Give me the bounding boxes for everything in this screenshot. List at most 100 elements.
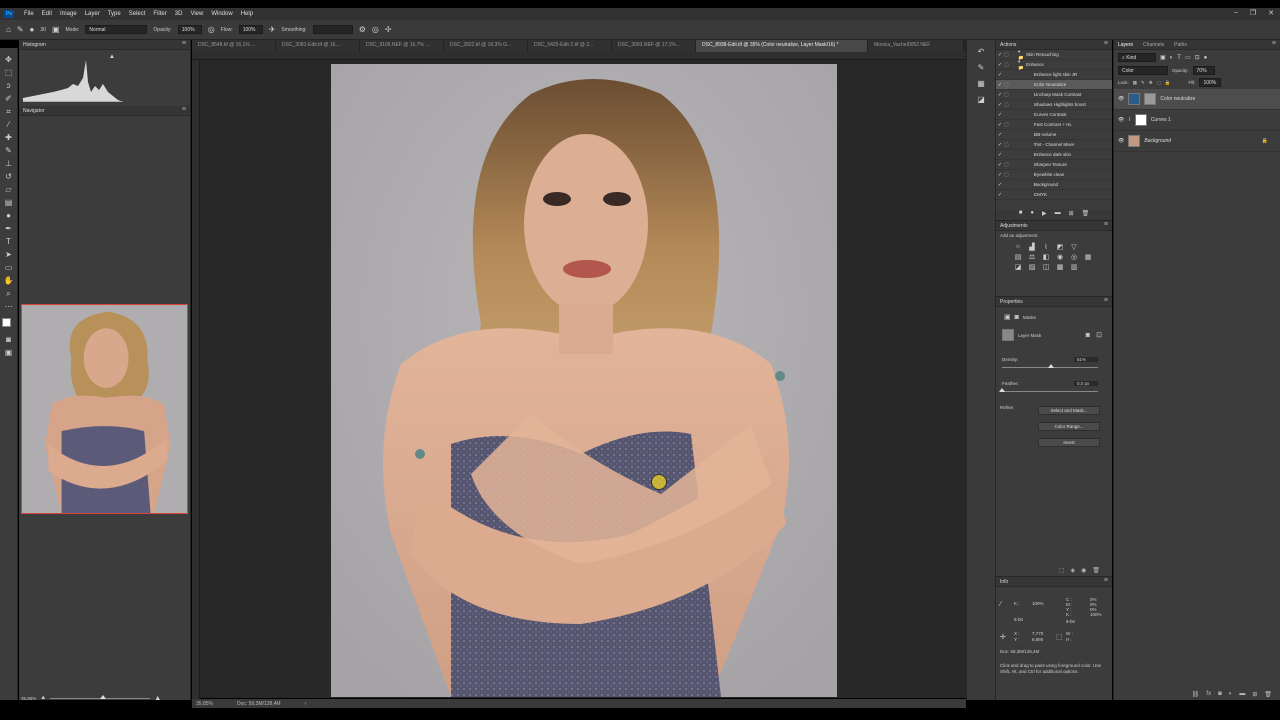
action-item[interactable]: ✓ › Enhance dark skin bbox=[996, 150, 1112, 160]
menu-view[interactable]: View bbox=[186, 11, 207, 17]
menu-edit[interactable]: Edit bbox=[38, 11, 56, 17]
action-item[interactable]: ✓ ▢ › Sharpen Texture bbox=[996, 160, 1112, 170]
action-item[interactable]: ✓ ▢ › Eyewhite clean bbox=[996, 170, 1112, 180]
new-adjustment-icon[interactable]: ◐ bbox=[1229, 691, 1233, 698]
close-icon[interactable]: ✕ bbox=[1268, 9, 1274, 17]
type-tool-icon[interactable]: T bbox=[6, 236, 11, 247]
vibrance-icon[interactable]: ▽ bbox=[1068, 243, 1080, 251]
pen-tool-icon[interactable]: ✒ bbox=[5, 223, 12, 234]
add-vector-mask-icon[interactable]: ⊡ bbox=[1096, 331, 1102, 339]
adjustment-thumbnail[interactable] bbox=[1128, 93, 1141, 105]
brush-size[interactable]: 30 bbox=[40, 27, 46, 33]
action-enabled-check-icon[interactable]: ✓ bbox=[996, 172, 1004, 178]
layer-mask-thumbnail[interactable] bbox=[1144, 93, 1157, 105]
menu-window[interactable]: Window bbox=[207, 11, 236, 17]
crop-tool-icon[interactable]: ⌗ bbox=[6, 106, 11, 117]
path-select-tool-icon[interactable]: ➤ bbox=[5, 249, 12, 260]
layer-color-neutralize[interactable]: 👁 Color neutralize bbox=[1114, 89, 1280, 110]
navigator-preview[interactable] bbox=[21, 304, 188, 514]
action-item[interactable]: ✓ ▢ › Fast Contrast + HL bbox=[996, 120, 1112, 130]
action-enabled-check-icon[interactable]: ✓ bbox=[996, 192, 1004, 198]
kind-filter-select[interactable]: ⌕ Kind bbox=[1118, 53, 1156, 62]
expand-arrow-icon[interactable]: › bbox=[1012, 102, 1036, 107]
visibility-icon[interactable]: ◉ bbox=[1081, 567, 1086, 574]
add-pixel-mask-icon[interactable]: ◙ bbox=[1086, 332, 1090, 339]
zoom-tool-icon[interactable]: ⌕ bbox=[6, 288, 10, 299]
stop-icon[interactable]: ■ bbox=[1019, 210, 1023, 220]
action-dialog-toggle-icon[interactable]: ▢ bbox=[1004, 82, 1012, 88]
tab-doc-1[interactable]: DSC_8548.tif @ 16,1% ... bbox=[192, 40, 276, 52]
layer-curves-1[interactable]: 👁 ⌇ Curves 1 bbox=[1114, 110, 1280, 131]
expand-arrow-icon[interactable]: › bbox=[1012, 92, 1036, 97]
menu-type[interactable]: Type bbox=[104, 11, 125, 17]
history-icon[interactable]: ↶ bbox=[978, 48, 985, 56]
curves-icon[interactable]: ⌇ bbox=[1040, 243, 1052, 251]
visibility-eye-icon[interactable]: 👁 bbox=[1118, 96, 1124, 102]
action-enabled-check-icon[interactable]: ✓ bbox=[996, 82, 1004, 88]
lock-artboard-icon[interactable]: ⬚ bbox=[1157, 80, 1161, 86]
play-icon[interactable]: ▶ bbox=[1042, 210, 1047, 220]
restore-icon[interactable]: ❐ bbox=[1250, 9, 1256, 17]
shape-tool-icon[interactable]: ▭ bbox=[5, 262, 13, 273]
styles-icon[interactable]: ◪ bbox=[977, 96, 985, 104]
menu-help[interactable]: Help bbox=[237, 11, 257, 17]
delete-icon[interactable]: 🗑 bbox=[1082, 210, 1090, 220]
brush-tool-icon[interactable]: ✎ bbox=[5, 145, 12, 156]
brush-settings-icon[interactable]: ▣ bbox=[52, 25, 60, 34]
tab-doc-3[interactable]: DSC_9109.NEF @ 16,7% ... bbox=[360, 40, 444, 52]
hand-tool-icon[interactable]: ✋ bbox=[4, 275, 14, 286]
minimize-icon[interactable]: – bbox=[1234, 9, 1238, 17]
blend-mode-select[interactable]: Color bbox=[1118, 66, 1168, 75]
apply-mask-icon[interactable]: ◈ bbox=[1071, 567, 1076, 574]
action-enabled-check-icon[interactable]: ✓ bbox=[996, 62, 1004, 68]
clone-stamp-tool-icon[interactable]: ⊥ bbox=[5, 158, 12, 169]
menu-image[interactable]: Image bbox=[56, 11, 81, 17]
airbrush-icon[interactable]: ✈ bbox=[269, 25, 276, 34]
filter-shape-icon[interactable]: ▭ bbox=[1185, 54, 1191, 61]
pixel-mask-icon[interactable]: ▣ bbox=[1004, 313, 1011, 321]
home-icon[interactable]: ⌂ bbox=[6, 25, 11, 34]
layer-name[interactable]: Background bbox=[1144, 138, 1171, 144]
tab-doc-5[interactable]: DSC_5425-Edit-2.tif @ 2... bbox=[528, 40, 612, 52]
action-enabled-check-icon[interactable]: ✓ bbox=[996, 122, 1004, 128]
add-mask-icon[interactable]: ◙ bbox=[1218, 691, 1222, 698]
opacity-field[interactable]: 100% bbox=[177, 25, 202, 34]
layer-background[interactable]: 👁 Background 🔒 bbox=[1114, 131, 1280, 152]
color-swatches[interactable] bbox=[1, 318, 16, 332]
new-set-icon[interactable]: ▬ bbox=[1055, 210, 1061, 220]
healing-brush-tool-icon[interactable]: ✚ bbox=[5, 132, 12, 143]
smoothing-settings-gear-icon[interactable]: ⚙ bbox=[359, 25, 366, 34]
layer-style-icon[interactable]: fx bbox=[1206, 691, 1211, 698]
delete-layer-icon[interactable]: 🗑 bbox=[1264, 691, 1272, 698]
layer-mask-thumbnail[interactable] bbox=[1134, 114, 1147, 126]
action-enabled-check-icon[interactable]: ✓ bbox=[996, 72, 1004, 78]
zoom-in-icon[interactable]: ▲ bbox=[154, 695, 161, 702]
layer-opacity-field[interactable]: 70% bbox=[1192, 66, 1215, 75]
action-set-folder-icon[interactable]: ▾ 📁 bbox=[1012, 59, 1026, 71]
expand-arrow-icon[interactable]: › bbox=[1012, 192, 1036, 197]
density-value[interactable]: 51% bbox=[1074, 357, 1098, 362]
layer-mask-thumbnail[interactable] bbox=[1002, 329, 1014, 341]
action-enabled-check-icon[interactable]: ✓ bbox=[996, 102, 1004, 108]
tab-layers[interactable]: Layers bbox=[1118, 42, 1133, 48]
black-white-icon[interactable]: ◧ bbox=[1040, 253, 1052, 261]
tab-doc-active[interactable]: DSC_8938-Edit.tif @ 35% (Color neutraliz… bbox=[696, 40, 868, 52]
action-dialog-toggle-icon[interactable]: ▢ bbox=[1004, 162, 1012, 168]
expand-arrow-icon[interactable]: › bbox=[1012, 132, 1036, 137]
new-action-icon[interactable]: ⊞ bbox=[1069, 210, 1074, 220]
density-slider[interactable] bbox=[1002, 364, 1098, 368]
filter-smart-icon[interactable]: ⊡ bbox=[1195, 54, 1200, 61]
exposure-icon[interactable]: ◩ bbox=[1054, 243, 1066, 251]
select-and-mask-button[interactable]: Select and Mask... bbox=[1038, 406, 1100, 415]
action-dialog-toggle-icon[interactable]: ▢ bbox=[1004, 92, 1012, 98]
load-selection-icon[interactable]: ⬚ bbox=[1059, 567, 1065, 574]
fill-field[interactable]: 100% bbox=[1199, 78, 1222, 87]
invert-button[interactable]: Invert bbox=[1038, 438, 1100, 447]
mode-select[interactable]: Normal bbox=[85, 25, 148, 34]
action-enabled-check-icon[interactable]: ✓ bbox=[996, 162, 1004, 168]
action-enabled-check-icon[interactable]: ✓ bbox=[996, 132, 1004, 138]
zoom-out-icon[interactable]: ▲ bbox=[40, 695, 46, 701]
expand-arrow-icon[interactable]: › bbox=[1012, 112, 1036, 117]
lock-transparent-icon[interactable]: ▦ bbox=[1133, 80, 1137, 86]
color-range-button[interactable]: Color Range... bbox=[1038, 422, 1100, 431]
